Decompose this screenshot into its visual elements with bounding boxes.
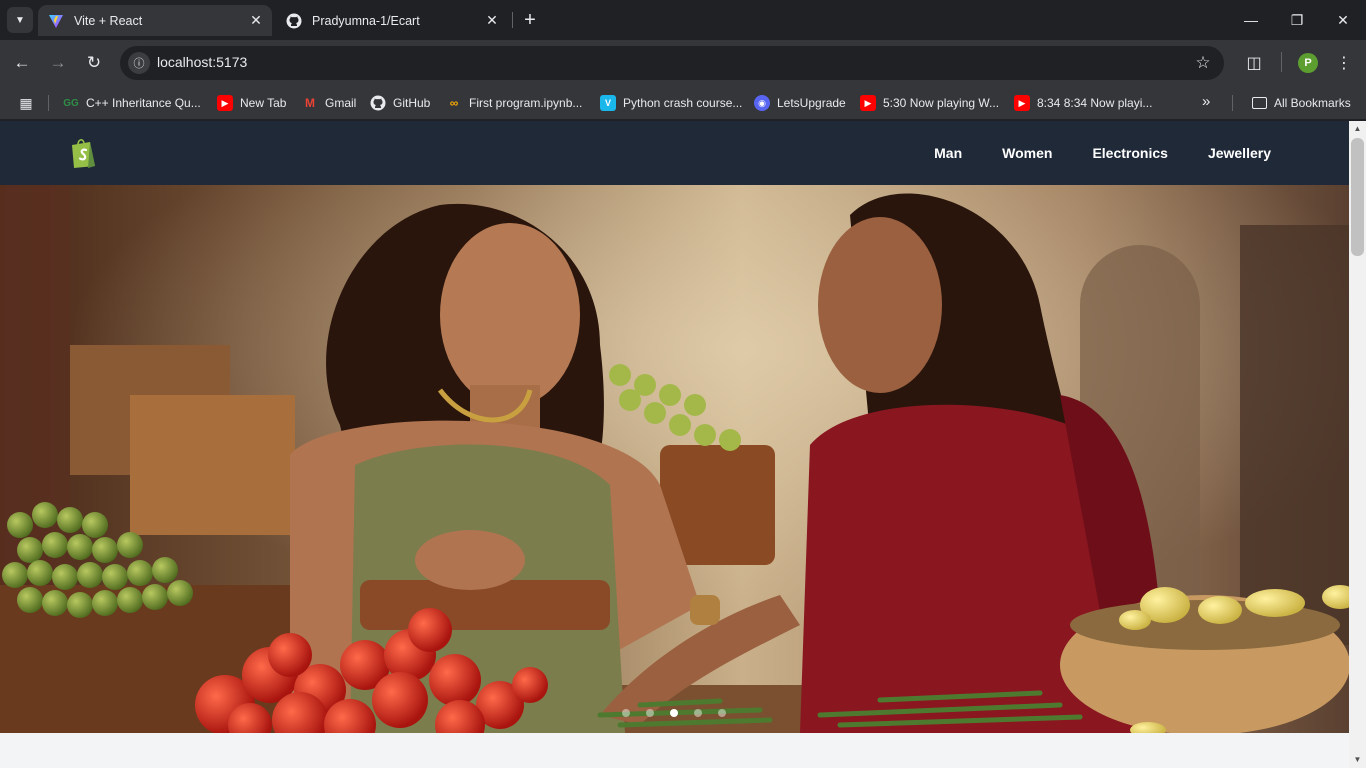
carousel-dot[interactable] — [622, 709, 630, 717]
vite-icon — [49, 14, 63, 28]
browser-toolbar: ← → ↻ ⓘ localhost:5173 ☆ ◫ ⋮ — [0, 40, 1366, 86]
bookmark-python-crash-course[interactable]: V Python crash course... — [600, 91, 742, 115]
bookmark-label: 8:34 8:34 Now playi... — [1037, 96, 1153, 110]
bookmark-letsupgrade[interactable]: ◉ LetsUpgrade — [754, 91, 846, 115]
site-navbar: Man Women Electronics Jewellery — [0, 121, 1349, 185]
bookmark-cpp-inheritance[interactable]: GG C++ Inheritance Qu... — [63, 91, 201, 115]
youtube-icon: ▶ — [860, 95, 876, 111]
discord-icon: ◉ — [754, 95, 770, 111]
bookmark-now-playing-2[interactable]: ▶ 8:34 8:34 Now playi... — [1014, 91, 1152, 115]
carousel-dot-active[interactable] — [670, 709, 678, 717]
bookmark-label: New Tab — [240, 96, 287, 110]
hero-slide-image — [0, 185, 1349, 733]
youtube-icon: ▶ — [1014, 95, 1030, 111]
page-viewport: Man Women Electronics Jewellery — [0, 121, 1349, 768]
carousel-dot[interactable] — [718, 709, 726, 717]
tab-title: Vite + React — [74, 13, 143, 28]
all-bookmarks-button[interactable]: All Bookmarks — [1252, 91, 1351, 115]
nav-link-man[interactable]: Man — [934, 145, 962, 161]
arrow-left-icon: ← — [13, 53, 31, 72]
plus-icon: + — [524, 8, 536, 31]
scroll-up-arrow-icon[interactable]: ▲ — [1353, 125, 1362, 133]
bookmark-label: Gmail — [325, 96, 357, 110]
bookmark-gmail[interactable]: M Gmail — [302, 91, 356, 115]
bookmark-label: C++ Inheritance Qu... — [86, 96, 201, 110]
youtube-icon: ▶ — [217, 95, 233, 111]
bookmark-label: LetsUpgrade — [777, 96, 846, 110]
tab-divider — [512, 12, 513, 28]
restore-icon: ❐ — [1290, 11, 1304, 28]
bookmarks-bar: ▦ GG C++ Inheritance Qu... ▶ New Tab M G… — [0, 86, 1366, 120]
folder-icon — [1252, 97, 1267, 109]
bookmark-first-program[interactable]: ∞ First program.ipynb... — [446, 91, 583, 115]
tab-title: Pradyumna-1/Ecart — [312, 13, 420, 28]
colab-icon: ∞ — [449, 96, 459, 110]
reload-button[interactable]: ↻ — [80, 49, 108, 77]
site-info-icon[interactable]: ⓘ — [128, 52, 150, 74]
shopping-bag-logo-icon[interactable] — [70, 137, 97, 169]
url-text[interactable]: localhost:5173 — [157, 54, 247, 70]
carousel-dot[interactable] — [694, 709, 702, 717]
tab-vite-react[interactable]: Vite + React ✕ — [38, 5, 272, 36]
close-window-button[interactable]: ✕ — [1320, 0, 1366, 40]
back-button[interactable]: ← — [8, 49, 36, 77]
bookmark-label: Python crash course... — [623, 96, 743, 110]
close-icon[interactable]: ✕ — [484, 12, 500, 29]
bookmarks-divider — [48, 95, 49, 111]
nav-link-jewellery[interactable]: Jewellery — [1208, 145, 1271, 161]
restore-button[interactable]: ❐ — [1274, 0, 1320, 40]
hero-carousel[interactable] — [0, 185, 1349, 733]
bookmark-now-playing-1[interactable]: ▶ 5:30 Now playing W... — [860, 91, 999, 115]
minimize-button[interactable]: — — [1228, 0, 1274, 40]
site-menu: Man Women Electronics Jewellery — [934, 121, 1271, 185]
bookmarks-divider — [1232, 95, 1233, 111]
github-icon — [286, 13, 302, 28]
new-tab-button[interactable]: + — [518, 8, 542, 32]
carousel-indicators — [622, 709, 726, 717]
chevron-down-icon: ▼ — [15, 14, 25, 26]
forward-button[interactable]: → — [44, 49, 72, 77]
arrow-right-icon: → — [49, 53, 67, 72]
toolbar-divider — [1281, 52, 1282, 72]
bookmark-star-icon[interactable]: ☆ — [1192, 52, 1214, 74]
tab-strip: ▼ Vite + React ✕ Pradyumna-1/Ecart ✕ + —… — [0, 0, 1366, 40]
all-bookmarks-label: All Bookmarks — [1274, 96, 1351, 110]
gmail-icon: M — [305, 96, 315, 110]
carousel-dot[interactable] — [646, 709, 654, 717]
more-vert-icon: ⋮ — [1336, 55, 1352, 72]
bookmark-label: First program.ipynb... — [469, 96, 583, 110]
bookmark-new-tab[interactable]: ▶ New Tab — [217, 91, 286, 115]
close-icon: ✕ — [1337, 11, 1349, 28]
browser-menu-button[interactable]: ⋮ — [1330, 49, 1358, 77]
extensions-button[interactable]: ◫ — [1240, 49, 1268, 77]
tab-github-ecart[interactable]: Pradyumna-1/Ecart ✕ — [276, 5, 508, 36]
nav-link-electronics[interactable]: Electronics — [1092, 145, 1167, 161]
scrollbar-thumb[interactable] — [1351, 138, 1364, 256]
bookmark-label: GitHub — [393, 96, 431, 110]
gfg-icon: GG — [63, 97, 79, 109]
vimeo-icon: V — [600, 95, 616, 111]
address-bar[interactable]: ⓘ localhost:5173 ☆ — [120, 46, 1224, 80]
github-icon — [370, 95, 386, 111]
more-bookmarks-chevron-icon[interactable]: » — [1202, 93, 1210, 110]
page-scrollbar[interactable]: ▲ ▼ — [1349, 121, 1366, 768]
bookmark-github[interactable]: GitHub — [370, 91, 430, 115]
profile-avatar[interactable]: P — [1298, 53, 1318, 73]
reload-icon: ↻ — [86, 53, 102, 72]
puzzle-icon: ◫ — [1246, 55, 1262, 72]
nav-link-women[interactable]: Women — [1002, 145, 1052, 161]
scroll-down-arrow-icon[interactable]: ▼ — [1353, 756, 1362, 764]
apps-grid-icon[interactable]: ▦ — [16, 93, 36, 113]
close-icon[interactable]: ✕ — [248, 12, 264, 29]
minimize-icon: — — [1244, 12, 1258, 28]
tab-search-button[interactable]: ▼ — [7, 7, 33, 33]
bookmark-label: 5:30 Now playing W... — [883, 96, 1000, 110]
